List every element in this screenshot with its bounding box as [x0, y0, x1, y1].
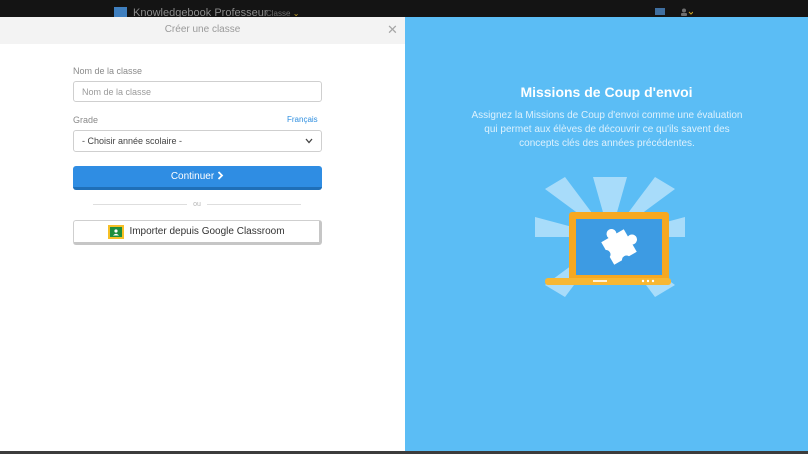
or-label: ou: [193, 200, 201, 208]
app-logo-icon: [114, 6, 127, 17]
continue-label: Continuer: [170, 171, 215, 182]
divider-line: [206, 203, 302, 205]
chevron-down-icon: [305, 137, 313, 146]
close-icon[interactable]: ✕: [387, 22, 398, 38]
class-menu[interactable]: Classe ⌄: [266, 9, 299, 17]
grade-label: Grade: [73, 115, 99, 125]
create-class-form-panel: Créer une classe ✕ Nom de la classe Grad…: [0, 17, 405, 454]
or-divider: ou: [93, 199, 302, 209]
user-icon[interactable]: [680, 8, 694, 16]
modal-title: Créer une classe: [164, 24, 241, 35]
divider-line: [93, 203, 188, 205]
continue-button[interactable]: Continuer: [73, 166, 322, 190]
chevron-down-icon: ⌄: [292, 9, 300, 17]
cart-icon[interactable]: [655, 8, 665, 15]
grade-select-value: - Choisir année scolaire -: [82, 136, 183, 146]
promo-panel: Missions de Coup d'envoi Assignez la Mis…: [405, 17, 808, 454]
laptop-puzzle-illustration: [535, 177, 685, 297]
app-title: Knowledgebook Professeur: [133, 7, 268, 17]
create-class-modal: Créer une classe ✕ Nom de la classe Grad…: [0, 17, 808, 454]
promo-heading: Missions de Coup d'envoi: [520, 84, 693, 100]
class-menu-label: Classe: [266, 9, 291, 17]
grade-select[interactable]: - Choisir année scolaire -: [73, 130, 322, 152]
class-name-label: Nom de la classe: [73, 66, 143, 76]
app-topbar: Knowledgebook Professeur Classe ⌄: [0, 0, 808, 17]
google-import-label: Importer depuis Google Classroom: [129, 226, 285, 237]
class-name-input[interactable]: [73, 81, 322, 102]
google-classroom-icon: [108, 224, 125, 239]
google-classroom-import-button[interactable]: Importer depuis Google Classroom: [73, 220, 322, 245]
brand[interactable]: Knowledgebook Professeur: [114, 6, 268, 17]
chevron-right-icon: [217, 170, 224, 183]
modal-header: Créer une classe ✕: [0, 17, 405, 44]
language-link[interactable]: Français: [287, 115, 318, 124]
promo-description: Assignez la Missions de Coup d'envoi com…: [471, 110, 743, 149]
